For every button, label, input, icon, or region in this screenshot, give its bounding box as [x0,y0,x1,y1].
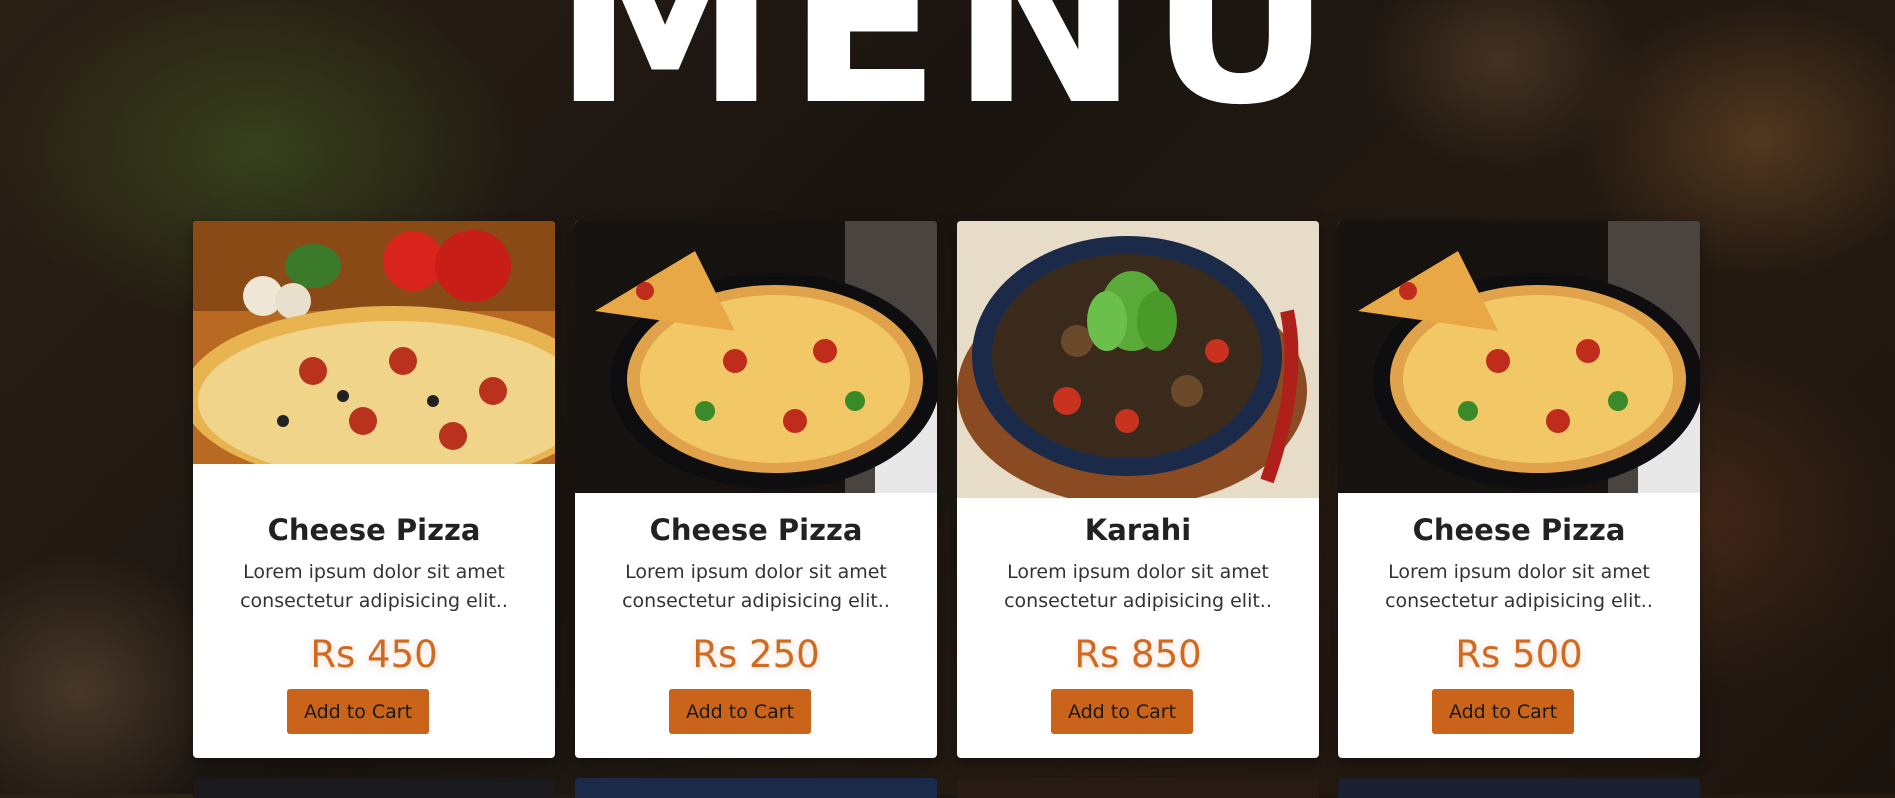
item-price: Rs 250 [692,633,820,676]
next-row-card [957,778,1319,798]
item-name: Cheese Pizza [1412,513,1626,547]
item-name: Karahi [1084,513,1192,547]
item-description: Lorem ipsum dolor sit amet consectetur a… [1385,561,1653,612]
item-price: Rs 850 [1074,633,1202,676]
next-row-card [193,778,555,798]
add-to-cart-button[interactable]: Add to Cart [287,689,429,734]
item-name: Cheese Pizza [649,513,863,547]
add-to-cart-button[interactable]: Add to Cart [1051,689,1193,734]
add-to-cart-button[interactable]: Add to Cart [669,689,811,734]
next-row-card [1338,778,1700,798]
food-image [575,221,937,493]
item-description: Lorem ipsum dolor sit amet consectetur a… [1004,561,1272,612]
menu-card: Cheese Pizza Lorem ipsum dolor sit amet … [193,221,555,758]
menu-card: Cheese Pizza Lorem ipsum dolor sit amet … [1338,221,1700,758]
item-description: Lorem ipsum dolor sit amet consectetur a… [622,561,890,612]
item-name: Cheese Pizza [267,513,481,547]
menu-heading: MENU [553,0,1342,155]
add-to-cart-button[interactable]: Add to Cart [1432,689,1574,734]
item-price: Rs 500 [1455,633,1583,676]
food-image [193,221,555,464]
food-image [957,221,1319,498]
next-row-card [575,778,937,798]
item-description: Lorem ipsum dolor sit amet consectetur a… [240,561,508,612]
menu-card: Karahi Lorem ipsum dolor sit amet consec… [957,221,1319,758]
item-price: Rs 450 [310,633,438,676]
food-image [1338,221,1700,493]
menu-card: Cheese Pizza Lorem ipsum dolor sit amet … [575,221,937,758]
